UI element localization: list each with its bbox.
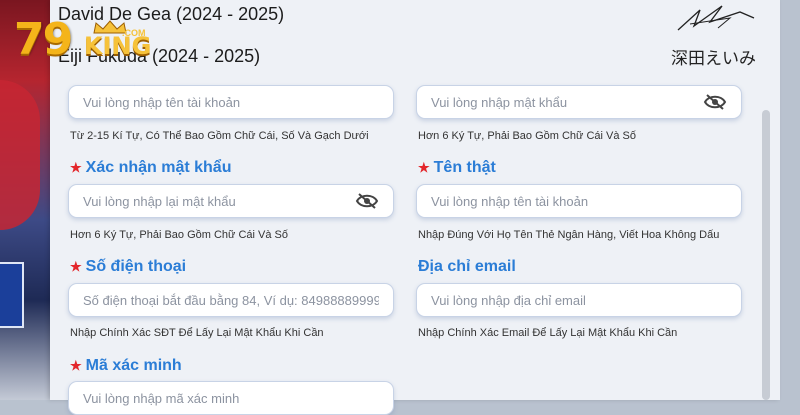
- logo-number: 79: [14, 14, 73, 65]
- scrollbar[interactable]: [762, 110, 770, 400]
- real-name-label-text: Tên thật: [433, 159, 496, 176]
- registration-panel: David De Gea (2024 - 2025) Eiji Fukuda (…: [50, 0, 780, 415]
- required-star: ★: [70, 358, 82, 373]
- logo: 79 KING .COM: [14, 12, 154, 65]
- confirm-password-label-text: Xác nhận mật khẩu: [85, 159, 232, 176]
- required-star: ★: [70, 160, 82, 175]
- signature-text: 深田えいみ: [671, 49, 756, 69]
- confirm-password-label: ★ Xác nhận mật khẩu: [70, 159, 231, 177]
- username-input[interactable]: Vui lòng nhập tên tài khoản: [68, 85, 394, 119]
- real-name-hint: Nhập Đúng Với Họ Tên Thẻ Ngân Hàng, Viết…: [418, 229, 720, 241]
- captcha-placeholder: Vui lòng nhập mã xác minh: [83, 390, 240, 406]
- captcha-input[interactable]: Vui lòng nhập mã xác minh: [68, 381, 394, 415]
- email-label: Địa chỉ email: [418, 258, 516, 275]
- password-placeholder: Vui lòng nhập mật khẩu: [431, 94, 568, 110]
- captcha-label-text: Mã xác minh: [85, 357, 182, 374]
- email-hint: Nhập Chính Xác Email Để Lấy Lại Mật Khẩu…: [418, 327, 678, 339]
- real-name-label: ★ Tên thật: [418, 159, 496, 177]
- background-banner: [0, 262, 24, 328]
- background-shape: [0, 80, 40, 230]
- confirm-password-placeholder: Vui lòng nhập lại mật khẩu: [83, 193, 236, 209]
- required-star: ★: [418, 160, 430, 175]
- password-hint: Hơn 6 Ký Tự, Phải Bao Gồm Chữ Cái Và Số: [418, 130, 636, 142]
- eye-slash-icon[interactable]: [355, 192, 379, 210]
- confirm-password-input[interactable]: Vui lòng nhập lại mật khẩu: [68, 184, 394, 218]
- real-name-input[interactable]: Vui lòng nhập tên tài khoản: [416, 184, 742, 218]
- phone-label: ★ Số điện thoại: [70, 258, 186, 276]
- email-placeholder: Vui lòng nhập địa chỉ email: [431, 292, 586, 308]
- phone-hint: Nhập Chính Xác SĐT Để Lấy Lại Mật Khẩu K…: [70, 327, 324, 339]
- logo-domain: .COM: [122, 28, 146, 38]
- username-hint: Từ 2-15 Kí Tự, Có Thể Bao Gồm Chữ Cái, S…: [70, 130, 369, 142]
- email-input[interactable]: Vui lòng nhập địa chỉ email: [416, 283, 742, 317]
- phone-label-text: Số điện thoại: [85, 258, 187, 275]
- required-star: ★: [70, 259, 82, 274]
- username-placeholder: Vui lòng nhập tên tài khoản: [83, 94, 241, 110]
- eye-slash-icon[interactable]: [703, 93, 727, 111]
- real-name-placeholder: Vui lòng nhập tên tài khoản: [431, 193, 589, 209]
- phone-placeholder: Số điện thoại bắt đầu bằng 84, Ví dụ: 84…: [83, 292, 379, 308]
- captcha-label: ★ Mã xác minh: [70, 357, 182, 375]
- password-input[interactable]: Vui lòng nhập mật khẩu: [416, 85, 742, 119]
- phone-input[interactable]: Số điện thoại bắt đầu bằng 84, Ví dụ: 84…: [68, 283, 394, 317]
- confirm-password-hint: Hơn 6 Ký Tự, Phải Bao Gồm Chữ Cái Và Số: [70, 229, 288, 241]
